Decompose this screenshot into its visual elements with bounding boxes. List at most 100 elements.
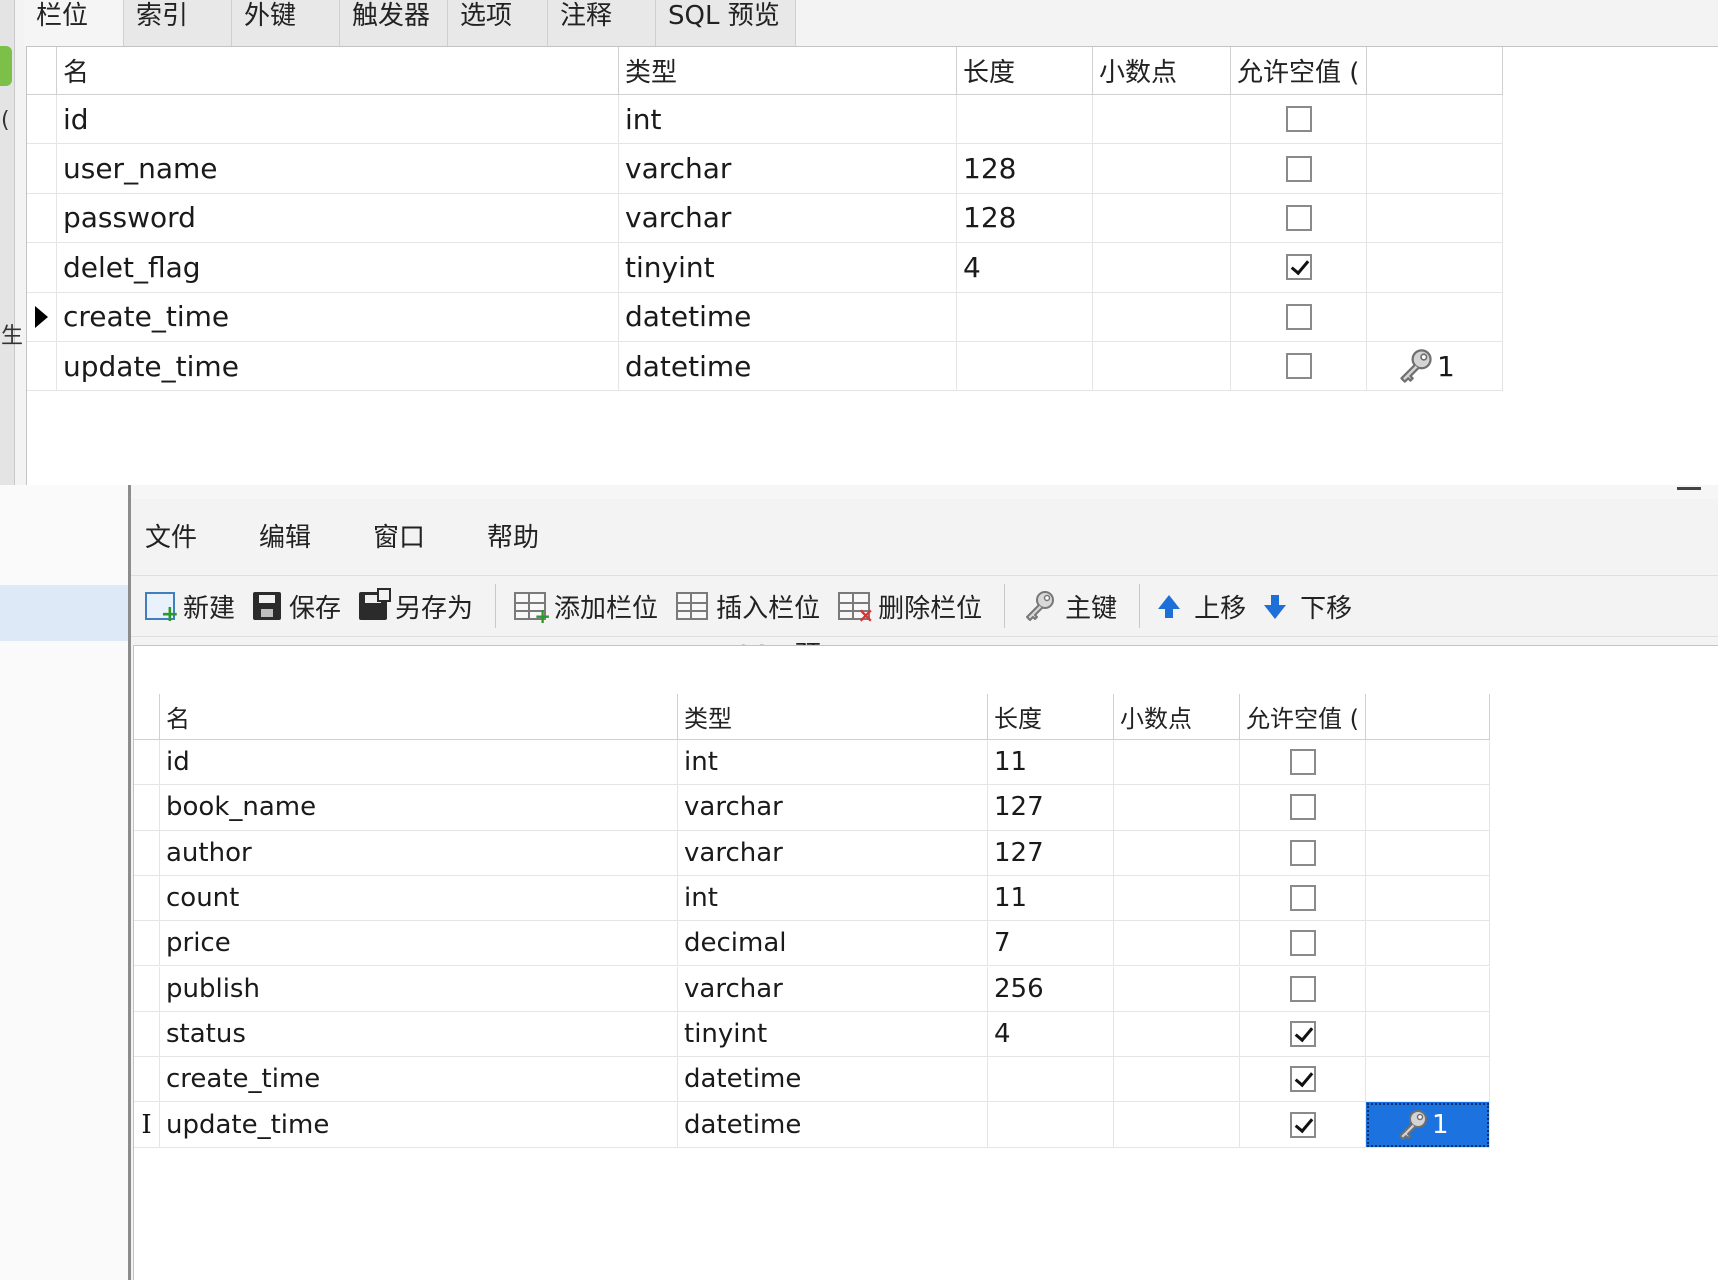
nullable-checkbox[interactable] [1285, 204, 1312, 231]
cell-nullable[interactable] [1240, 1102, 1366, 1148]
cell-key[interactable] [1367, 292, 1503, 342]
cell-type[interactable]: varchar [678, 830, 988, 876]
table-row[interactable]: update_time datetime 1 [27, 342, 1503, 392]
cell-decimal[interactable] [1114, 1011, 1240, 1058]
cell-decimal[interactable] [1114, 830, 1240, 876]
nullable-checkbox[interactable] [1289, 885, 1316, 912]
cell-length[interactable]: 11 [988, 875, 1114, 922]
cell-type[interactable]: datetime [619, 342, 957, 392]
cell-nullable[interactable] [1231, 292, 1367, 342]
cell-nullable[interactable] [1240, 785, 1366, 831]
menu-window[interactable]: 窗口 [373, 517, 473, 554]
cell-type[interactable]: datetime [678, 1057, 988, 1103]
row-indicator[interactable] [134, 830, 160, 876]
cell-key[interactable] [1366, 830, 1490, 876]
cell-name[interactable]: id [57, 95, 619, 145]
cell-nullable[interactable] [1240, 830, 1366, 876]
cell-key[interactable] [1367, 243, 1503, 293]
cell-nullable[interactable] [1240, 966, 1366, 1012]
cell-type[interactable]: tinyint [619, 243, 957, 293]
cell-length[interactable] [957, 95, 1093, 145]
column-header-4[interactable]: 允许空值 ( [1231, 47, 1367, 95]
cell-type[interactable]: datetime [678, 1102, 988, 1148]
cell-nullable[interactable] [1240, 1011, 1366, 1058]
cell-name[interactable]: price [160, 921, 678, 967]
row-indicator[interactable] [134, 966, 160, 1012]
save-button[interactable]: 保存 [253, 588, 341, 625]
menu-file[interactable]: 文件 [145, 517, 245, 554]
tab-0[interactable]: 栏位 [24, 0, 124, 46]
nullable-checkbox[interactable] [1285, 254, 1312, 281]
cell-length[interactable]: 127 [988, 785, 1114, 831]
new-button[interactable]: 新建 [145, 588, 235, 627]
cell-decimal[interactable] [1114, 921, 1240, 967]
nullable-checkbox[interactable] [1289, 794, 1316, 821]
minimize-icon[interactable] [1677, 487, 1701, 490]
tab-6[interactable]: SQL 预览 [656, 0, 796, 46]
cell-type[interactable]: varchar [678, 785, 988, 831]
column-header-1[interactable]: 类型 [619, 47, 957, 95]
column-header-0[interactable]: 名 [160, 694, 678, 740]
cell-key[interactable] [1366, 875, 1490, 922]
menu-edit[interactable]: 编辑 [259, 517, 359, 554]
nullable-checkbox[interactable] [1289, 975, 1316, 1002]
navigator-selected-row[interactable] [0, 585, 128, 641]
nullable-checkbox[interactable] [1289, 930, 1316, 957]
cell-type[interactable]: int [619, 95, 957, 145]
cell-key[interactable] [1366, 1057, 1490, 1103]
row-indicator[interactable] [27, 193, 57, 244]
table-row[interactable]: publish varchar 256 [134, 966, 1490, 1012]
row-indicator[interactable] [27, 95, 57, 145]
cell-nullable[interactable] [1240, 1057, 1366, 1103]
cell-type[interactable]: int [678, 875, 988, 922]
cell-name[interactable]: create_time [57, 292, 619, 342]
cell-decimal[interactable] [1114, 1057, 1240, 1103]
cell-key[interactable] [1367, 95, 1503, 145]
cell-decimal[interactable] [1114, 966, 1240, 1012]
column-header-3[interactable]: 小数点 [1114, 694, 1240, 740]
table-row[interactable]: id int [27, 95, 1503, 145]
cell-decimal[interactable] [1093, 292, 1231, 342]
cell-decimal[interactable] [1093, 193, 1231, 244]
table-row[interactable]: user_name varchar 128 [27, 144, 1503, 194]
nullable-checkbox[interactable] [1285, 106, 1312, 133]
cell-decimal[interactable] [1093, 144, 1231, 194]
table-row[interactable]: count int 11 [134, 875, 1490, 922]
cell-name[interactable]: count [160, 875, 678, 922]
cell-type[interactable]: tinyint [678, 1011, 988, 1058]
delete-column-button[interactable]: 删除栏位 [838, 588, 982, 627]
cell-name[interactable]: book_name [160, 785, 678, 831]
nullable-checkbox[interactable] [1289, 749, 1316, 776]
row-indicator[interactable] [27, 243, 57, 293]
cell-name[interactable]: user_name [57, 144, 619, 194]
cell-name[interactable]: author [160, 830, 678, 876]
cell-type[interactable]: varchar [619, 144, 957, 194]
nullable-checkbox[interactable] [1285, 303, 1312, 330]
cell-decimal[interactable] [1093, 243, 1231, 293]
cell-decimal[interactable] [1114, 1102, 1240, 1148]
table-row[interactable]: delet_flag tinyint 4 [27, 243, 1503, 293]
table-row[interactable]: password varchar 128 [27, 193, 1503, 244]
cell-key[interactable] [1367, 144, 1503, 194]
cell-name[interactable]: password [57, 193, 619, 244]
cell-decimal[interactable] [1093, 95, 1231, 145]
tab-2[interactable]: 外键 [232, 0, 340, 46]
cell-nullable[interactable] [1240, 921, 1366, 967]
cell-key[interactable] [1366, 785, 1490, 831]
cell-decimal[interactable] [1093, 342, 1231, 392]
column-header-3[interactable]: 小数点 [1093, 47, 1231, 95]
table-row[interactable]: Iupdate_time datetime 1 [134, 1102, 1490, 1148]
nullable-checkbox[interactable] [1285, 155, 1312, 182]
nullable-checkbox[interactable] [1285, 353, 1312, 380]
cell-nullable[interactable] [1240, 740, 1366, 786]
cell-type[interactable]: datetime [619, 292, 957, 342]
cell-length[interactable] [988, 1057, 1114, 1103]
tab-4[interactable]: 选项 [448, 0, 548, 46]
nullable-checkbox[interactable] [1289, 839, 1316, 866]
cell-type[interactable]: decimal [678, 921, 988, 967]
row-indicator[interactable] [27, 342, 57, 392]
cell-decimal[interactable] [1114, 875, 1240, 922]
save-as-button[interactable]: 另存为 [359, 588, 473, 625]
table-row[interactable]: book_name varchar 127 [134, 785, 1490, 831]
cell-name[interactable]: update_time [160, 1102, 678, 1148]
